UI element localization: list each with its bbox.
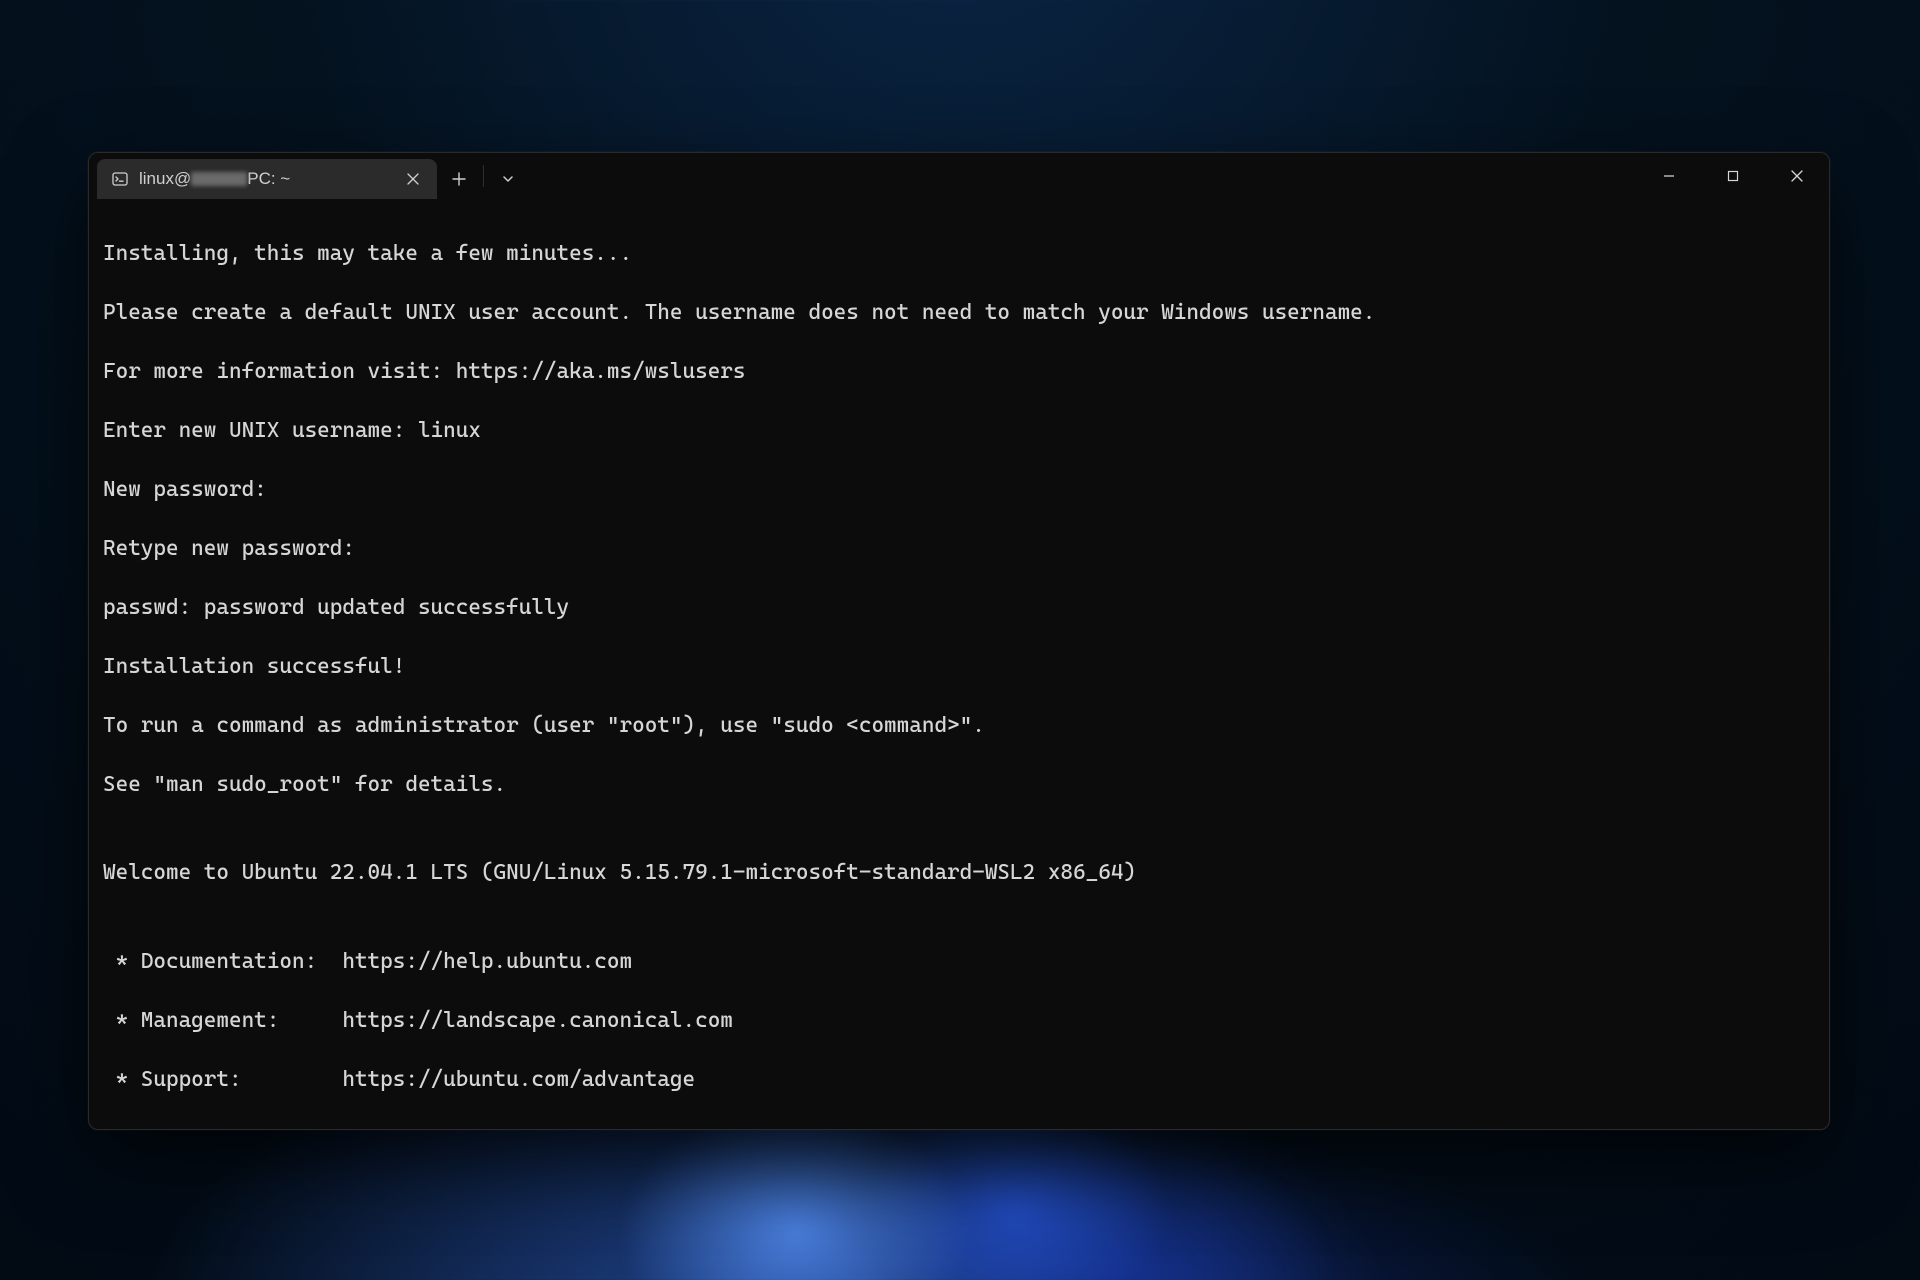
- terminal-line: To run a command as administrator (user …: [103, 711, 1815, 741]
- terminal-line: Enter new UNIX username: linux: [103, 416, 1815, 446]
- tabbar-divider: [483, 165, 484, 187]
- new-tab-button[interactable]: [437, 159, 481, 199]
- terminal-line: For more information visit: https://aka.…: [103, 357, 1815, 387]
- window-close-button[interactable]: [1765, 153, 1829, 199]
- titlebar-drag-region[interactable]: [530, 153, 1637, 199]
- terminal-line: Retype new password:: [103, 534, 1815, 564]
- terminal-line: Welcome to Ubuntu 22.04.1 LTS (GNU/Linux…: [103, 858, 1815, 888]
- tab-dropdown-button[interactable]: [486, 159, 530, 199]
- tab-title-prefix: linux@: [139, 169, 191, 188]
- tab-close-button[interactable]: [401, 167, 425, 191]
- tab-active[interactable]: linux@ PC: ~: [97, 159, 437, 199]
- terminal-line: Installing, this may take a few minutes.…: [103, 239, 1815, 269]
- terminal-icon: [111, 170, 129, 188]
- titlebar[interactable]: linux@ PC: ~: [89, 153, 1829, 199]
- terminal-output[interactable]: Installing, this may take a few minutes.…: [89, 199, 1829, 1129]
- terminal-line: * Support: https://ubuntu.com/advantage: [103, 1065, 1815, 1095]
- terminal-line: * Documentation: https://help.ubuntu.com: [103, 947, 1815, 977]
- minimize-button[interactable]: [1637, 153, 1701, 199]
- tab-title-redacted: [191, 172, 247, 186]
- tab-title: linux@ PC: ~: [139, 169, 391, 189]
- terminal-line: Installation successful!: [103, 652, 1815, 682]
- terminal-line: passwd: password updated successfully: [103, 593, 1815, 623]
- maximize-button[interactable]: [1701, 153, 1765, 199]
- terminal-line: New password:: [103, 475, 1815, 505]
- terminal-line: * Management: https://landscape.canonica…: [103, 1006, 1815, 1036]
- terminal-line: See "man sudo_root" for details.: [103, 770, 1815, 800]
- tab-title-suffix: PC: ~: [247, 169, 290, 188]
- terminal-line: Please create a default UNIX user accoun…: [103, 298, 1815, 328]
- terminal-window: linux@ PC: ~ Installing, this may take a …: [88, 152, 1830, 1130]
